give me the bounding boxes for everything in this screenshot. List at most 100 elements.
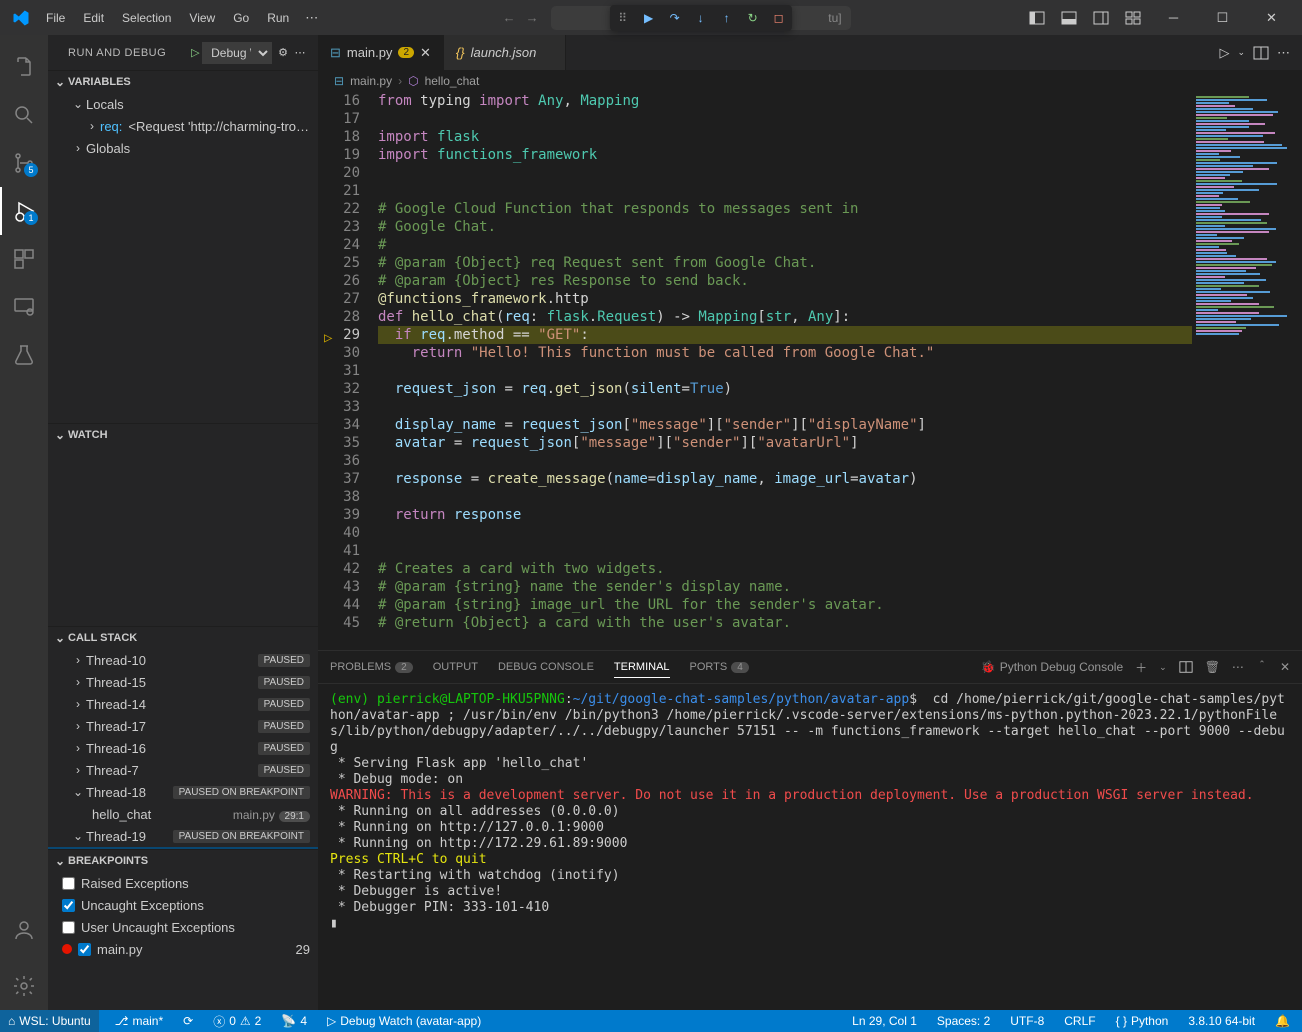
run-debug-icon[interactable]: 1: [0, 187, 48, 235]
thread-Thread-19[interactable]: ⌄Thread-19PAUSED ON BREAKPOINT: [48, 825, 318, 847]
menu-go[interactable]: Go: [225, 7, 257, 29]
title-text: tu]: [828, 11, 841, 25]
watch-section-header[interactable]: ⌄WATCH: [48, 424, 318, 446]
panel-tab-debug-console[interactable]: DEBUG CONSOLE: [498, 657, 594, 677]
menu-view[interactable]: View: [181, 7, 223, 29]
git-sync-icon[interactable]: ⟳: [179, 1014, 197, 1028]
git-branch[interactable]: ⎇ main*: [111, 1014, 168, 1028]
thread-Thread-16[interactable]: ›Thread-16PAUSED: [48, 737, 318, 759]
notifications-icon[interactable]: 🔔: [1271, 1014, 1294, 1028]
debug-config-select[interactable]: Debug Wa: [202, 42, 272, 64]
panel-tab-output[interactable]: OUTPUT: [433, 657, 478, 677]
debug-continue-icon[interactable]: ▶: [638, 7, 660, 29]
terminal-profile-select[interactable]: 🐞Python Debug Console: [981, 660, 1123, 674]
code-editor[interactable]: 1617181920212223242526272829▷30313233343…: [318, 92, 1302, 650]
split-editor-icon[interactable]: [1253, 45, 1269, 61]
tab-main-py[interactable]: ⊟main.py2✕: [318, 35, 444, 70]
editor-area: ⊟main.py2✕{}launch.json✕ ▷ ⌄ ⋯ ⊟ main.py …: [318, 35, 1302, 1010]
language-mode[interactable]: { } Python: [1112, 1014, 1173, 1028]
panel-close-icon[interactable]: ✕: [1280, 660, 1290, 674]
eol[interactable]: CRLF: [1060, 1014, 1099, 1028]
menu-bar: FileEditSelectionViewGoRun: [38, 7, 297, 29]
layout-sidebar-right-icon[interactable]: [1087, 4, 1115, 32]
thread-Thread-18[interactable]: ⌄Thread-18PAUSED ON BREAKPOINT: [48, 781, 318, 803]
debug-sidebar: RUN AND DEBUG ▷ Debug Wa ⚙ ⋯ ⌄VARIABLES …: [48, 35, 318, 1010]
bp-user-uncaught[interactable]: User Uncaught Exceptions: [48, 916, 318, 938]
globals-scope[interactable]: ›Globals: [48, 137, 318, 159]
menu-file[interactable]: File: [38, 7, 73, 29]
nav-back-icon[interactable]: ←: [499, 6, 520, 29]
window-maximize-icon[interactable]: ☐: [1200, 0, 1245, 35]
editor-more-icon[interactable]: ⋯: [1277, 45, 1290, 61]
run-dropdown-icon[interactable]: ⌄: [1237, 47, 1245, 58]
debug-step-into-icon[interactable]: ↓: [690, 7, 712, 29]
debug-restart-icon[interactable]: ↻: [742, 7, 764, 29]
ports-status[interactable]: 📡 4: [277, 1014, 311, 1028]
kill-terminal-icon[interactable]: 🗑: [1205, 660, 1220, 674]
layout-panel-icon[interactable]: [1055, 4, 1083, 32]
py-file-icon: ⊟: [330, 45, 341, 61]
panel-tab-ports[interactable]: PORTS4: [690, 657, 749, 677]
bp-uncaught[interactable]: Uncaught Exceptions: [48, 894, 318, 916]
menu-overflow-icon[interactable]: ⋯: [297, 6, 326, 30]
menu-run[interactable]: Run: [259, 7, 297, 29]
menu-selection[interactable]: Selection: [114, 7, 179, 29]
new-terminal-icon[interactable]: ＋: [1135, 659, 1147, 676]
debug-stop-icon[interactable]: ◻: [768, 7, 790, 29]
settings-gear-icon[interactable]: [0, 962, 48, 1010]
debug-status[interactable]: ▷ Debug Watch (avatar-app): [323, 1014, 485, 1028]
debug-more-icon[interactable]: ⋯: [295, 46, 307, 59]
nav-forward-icon[interactable]: →: [522, 6, 543, 29]
encoding[interactable]: UTF-8: [1006, 1014, 1048, 1028]
accounts-icon[interactable]: [0, 906, 48, 954]
thread-Thread-15[interactable]: ›Thread-15PAUSED: [48, 671, 318, 693]
debug-step-over-icon[interactable]: ↷: [664, 7, 686, 29]
start-debug-icon[interactable]: ▷: [191, 46, 200, 59]
split-terminal-icon[interactable]: [1179, 660, 1193, 674]
terminal[interactable]: (env) pierrick@LAPTOP-HKU5PNNG:~/git/goo…: [318, 684, 1302, 1010]
remote-indicator[interactable]: ⌂ WSL: Ubuntu: [0, 1010, 99, 1032]
python-interpreter[interactable]: 3.8.10 64-bit: [1184, 1014, 1259, 1028]
bp-file[interactable]: main.py29: [48, 938, 318, 960]
testing-icon[interactable]: [0, 331, 48, 379]
breadcrumb[interactable]: ⊟ main.py › ⬡ hello_chat: [318, 70, 1302, 92]
cursor-position[interactable]: Ln 29, Col 1: [848, 1014, 921, 1028]
panel-more-icon[interactable]: ⋯: [1232, 660, 1244, 674]
debug-step-out-icon[interactable]: ↑: [716, 7, 738, 29]
close-tab-icon[interactable]: ✕: [420, 45, 431, 61]
thread-Thread-17[interactable]: ›Thread-17PAUSED: [48, 715, 318, 737]
layout-sidebar-left-icon[interactable]: [1023, 4, 1051, 32]
debug-settings-icon[interactable]: ⚙: [278, 46, 288, 59]
extensions-icon[interactable]: [0, 235, 48, 283]
bp-raised[interactable]: Raised Exceptions: [48, 872, 318, 894]
vscode-logo-icon: [12, 9, 30, 27]
layout-customize-icon[interactable]: [1119, 4, 1147, 32]
panel-tab-terminal[interactable]: TERMINAL: [614, 657, 670, 678]
remote-explorer-icon[interactable]: [0, 283, 48, 331]
breakpoints-section-header[interactable]: ⌄BREAKPOINTS: [48, 850, 318, 872]
tab-launch-json[interactable]: {}launch.json✕: [444, 35, 566, 70]
explorer-icon[interactable]: [0, 43, 48, 91]
thread-Thread-10[interactable]: ›Thread-10PAUSED: [48, 649, 318, 671]
variable-req[interactable]: ›req:<Request 'http://charming-tro…: [48, 115, 318, 137]
debug-drag-icon[interactable]: ⠿: [612, 7, 634, 29]
command-center[interactable]: ⠿ ▶ ↷ ↓ ↑ ↻ ◻ tu]: [551, 6, 851, 30]
locals-scope[interactable]: ⌄Locals: [48, 93, 318, 115]
source-control-icon[interactable]: 5: [0, 139, 48, 187]
menu-edit[interactable]: Edit: [75, 7, 112, 29]
problems-status[interactable]: ⓧ 0 ⚠ 2: [209, 1013, 265, 1030]
terminal-dropdown-icon[interactable]: ⌄: [1159, 662, 1167, 673]
thread-Thread-7[interactable]: ›Thread-7PAUSED: [48, 759, 318, 781]
stack-frame[interactable]: hello_chatmain.py 29:1: [48, 803, 318, 825]
thread-Thread-14[interactable]: ›Thread-14PAUSED: [48, 693, 318, 715]
run-button-icon[interactable]: ▷: [1219, 45, 1229, 61]
indentation[interactable]: Spaces: 2: [933, 1014, 994, 1028]
window-minimize-icon[interactable]: ─: [1151, 0, 1196, 35]
panel-tab-problems[interactable]: PROBLEMS2: [330, 657, 413, 677]
callstack-section-header[interactable]: ⌄CALL STACK: [48, 627, 318, 649]
panel-maximize-icon[interactable]: ＾: [1256, 659, 1268, 676]
minimap[interactable]: [1192, 92, 1302, 650]
window-close-icon[interactable]: ✕: [1249, 0, 1294, 35]
variables-section-header[interactable]: ⌄VARIABLES: [48, 71, 318, 93]
search-icon[interactable]: [0, 91, 48, 139]
